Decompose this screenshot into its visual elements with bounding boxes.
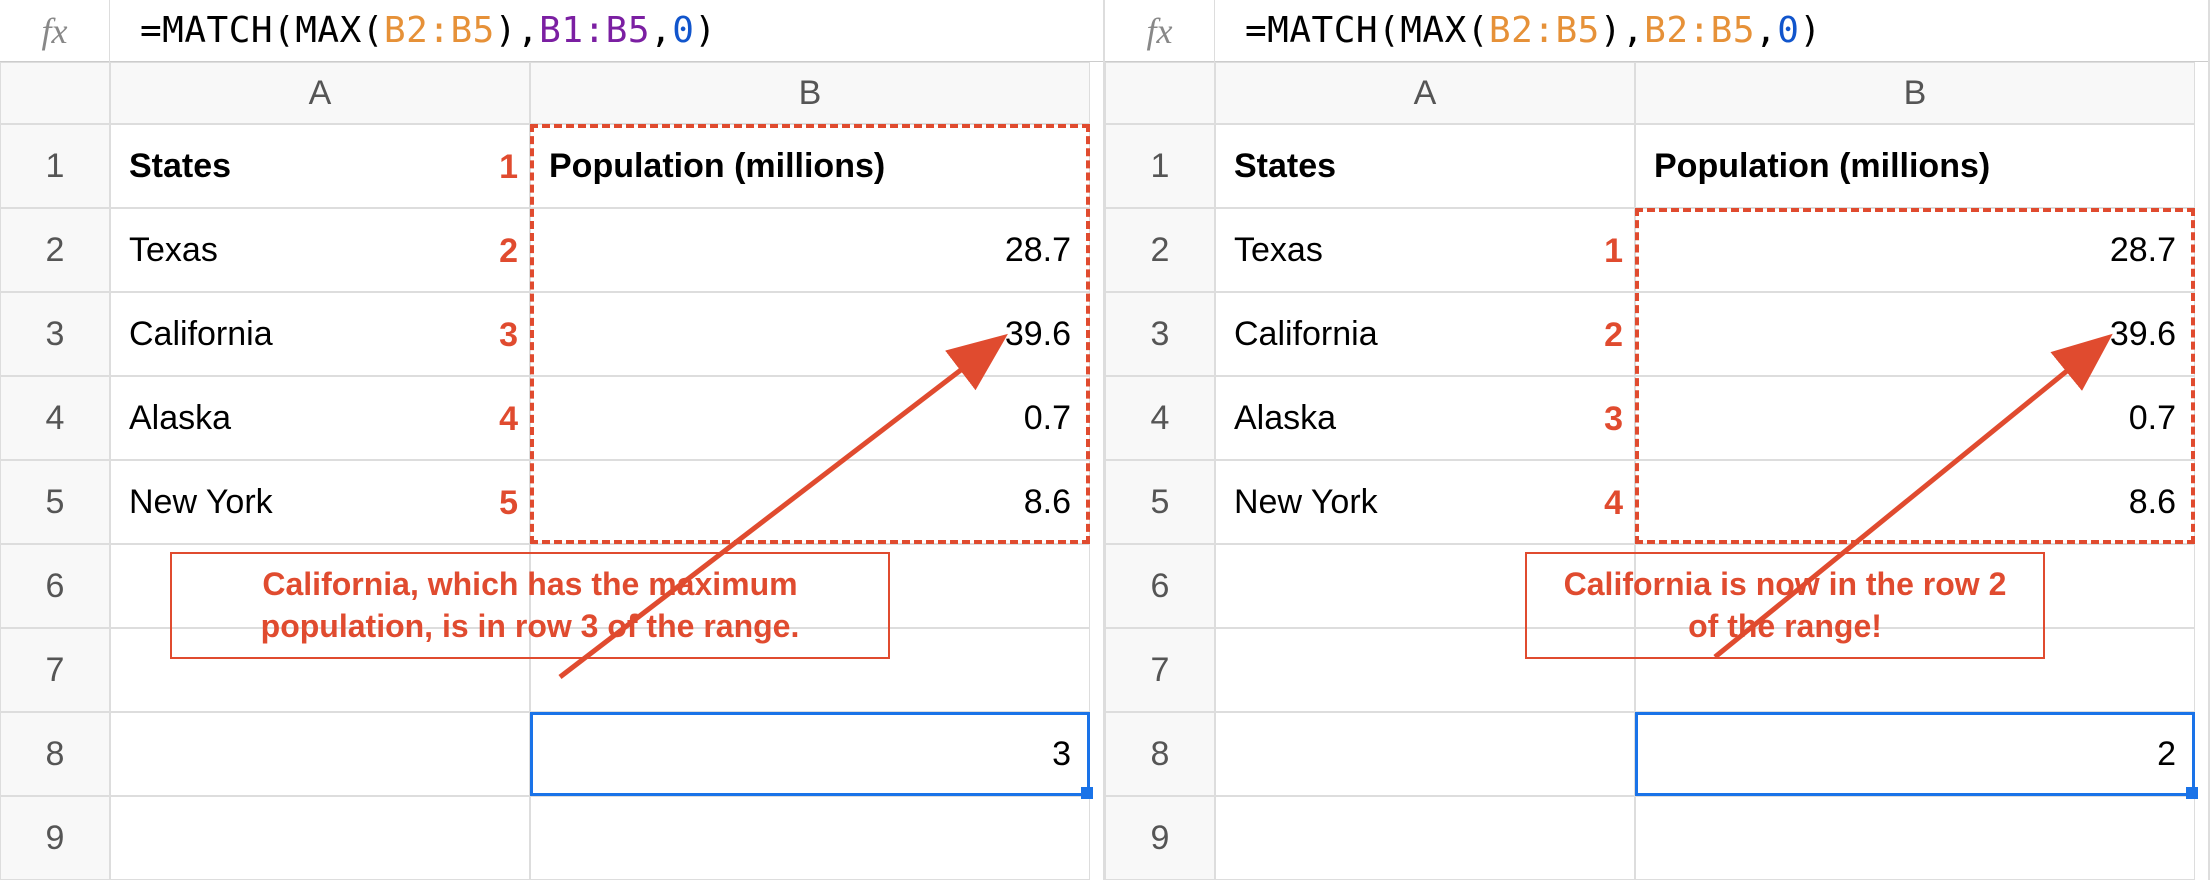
cell-B9[interactable] [1635, 796, 2195, 880]
row-header-2[interactable]: 2 [1105, 208, 1215, 292]
formula-input[interactable]: =MATCH(MAX(B2:B5),B2:B5,0) [1215, 10, 1822, 51]
row-header-1[interactable]: 1 [1105, 124, 1215, 208]
cell-B5[interactable]: 8.6 [530, 460, 1090, 544]
col-header-A[interactable]: A [110, 62, 530, 124]
cell-B1[interactable]: Population (millions) [1635, 124, 2195, 208]
row-header-8[interactable]: 8 [0, 712, 110, 796]
cell-B7[interactable] [1635, 628, 2195, 712]
formula-bar: fx =MATCH(MAX(B2:B5),B1:B5,0) [0, 0, 1103, 62]
row-header-4[interactable]: 4 [0, 376, 110, 460]
cell-A8[interactable] [1215, 712, 1635, 796]
cell-A4[interactable]: Alaska [110, 376, 530, 460]
range-index-4: 4 [1583, 484, 1623, 523]
cell-A8[interactable] [110, 712, 530, 796]
row-header-5[interactable]: 5 [1105, 460, 1215, 544]
formula-input[interactable]: =MATCH(MAX(B2:B5),B1:B5,0) [110, 10, 717, 51]
cell-B7[interactable] [530, 628, 1090, 712]
cell-B6[interactable] [1635, 544, 2195, 628]
cell-B6[interactable] [530, 544, 1090, 628]
range-index-5: 5 [478, 484, 518, 523]
select-all-corner[interactable] [0, 62, 110, 124]
range-index-4: 4 [478, 400, 518, 439]
formula-bar: fx =MATCH(MAX(B2:B5),B2:B5,0) [1105, 0, 2208, 62]
row-header-3[interactable]: 3 [0, 292, 110, 376]
col-header-B[interactable]: B [530, 62, 1090, 124]
cell-A4[interactable]: Alaska [1215, 376, 1635, 460]
cell-B9[interactable] [530, 796, 1090, 880]
sheet-grid[interactable]: A B 1 2 3 4 5 6 7 8 9 States Population … [1105, 62, 2208, 880]
cell-A3[interactable]: California [110, 292, 530, 376]
fx-icon: fx [0, 0, 110, 62]
cell-B3[interactable]: 39.6 [530, 292, 1090, 376]
cell-B5[interactable]: 8.6 [1635, 460, 2195, 544]
col-header-A[interactable]: A [1215, 62, 1635, 124]
row-header-4[interactable]: 4 [1105, 376, 1215, 460]
select-all-corner[interactable] [1105, 62, 1215, 124]
sheet-grid[interactable]: A B 1 2 3 4 5 6 7 8 9 States Population … [0, 62, 1103, 880]
cell-A2[interactable]: Texas [1215, 208, 1635, 292]
row-header-9[interactable]: 9 [0, 796, 110, 880]
row-header-5[interactable]: 5 [0, 460, 110, 544]
cell-A2[interactable]: Texas [110, 208, 530, 292]
cell-A6[interactable] [110, 544, 530, 628]
row-header-3[interactable]: 3 [1105, 292, 1215, 376]
range-index-1: 1 [1583, 232, 1623, 271]
cell-A9[interactable] [110, 796, 530, 880]
cell-B1[interactable]: Population (millions) [530, 124, 1090, 208]
cell-A9[interactable] [1215, 796, 1635, 880]
right-example: fx =MATCH(MAX(B2:B5),B2:B5,0) A B 1 2 3 … [1105, 0, 2210, 880]
cell-B4[interactable]: 0.7 [1635, 376, 2195, 460]
row-header-2[interactable]: 2 [0, 208, 110, 292]
cell-B3[interactable]: 39.6 [1635, 292, 2195, 376]
cell-B2[interactable]: 28.7 [1635, 208, 2195, 292]
range-index-3: 3 [478, 316, 518, 355]
row-header-7[interactable]: 7 [1105, 628, 1215, 712]
cell-A7[interactable] [110, 628, 530, 712]
cell-B8[interactable]: 3 [530, 712, 1090, 796]
row-header-6[interactable]: 6 [1105, 544, 1215, 628]
cell-A5[interactable]: New York [1215, 460, 1635, 544]
cell-A1[interactable]: States [1215, 124, 1635, 208]
fx-icon: fx [1105, 0, 1215, 62]
cell-B4[interactable]: 0.7 [530, 376, 1090, 460]
range-index-3: 3 [1583, 400, 1623, 439]
row-header-6[interactable]: 6 [0, 544, 110, 628]
cell-B2[interactable]: 28.7 [530, 208, 1090, 292]
range-index-2: 2 [478, 232, 518, 271]
cell-A3[interactable]: California [1215, 292, 1635, 376]
cell-A7[interactable] [1215, 628, 1635, 712]
row-header-8[interactable]: 8 [1105, 712, 1215, 796]
cell-A6[interactable] [1215, 544, 1635, 628]
row-header-7[interactable]: 7 [0, 628, 110, 712]
row-header-1[interactable]: 1 [0, 124, 110, 208]
cell-A5[interactable]: New York [110, 460, 530, 544]
range-index-1: 1 [478, 148, 518, 187]
row-header-9[interactable]: 9 [1105, 796, 1215, 880]
cell-B8[interactable]: 2 [1635, 712, 2195, 796]
left-example: fx =MATCH(MAX(B2:B5),B1:B5,0) A B 1 2 3 … [0, 0, 1105, 880]
col-header-B[interactable]: B [1635, 62, 2195, 124]
range-index-2: 2 [1583, 316, 1623, 355]
cell-A1[interactable]: States [110, 124, 530, 208]
